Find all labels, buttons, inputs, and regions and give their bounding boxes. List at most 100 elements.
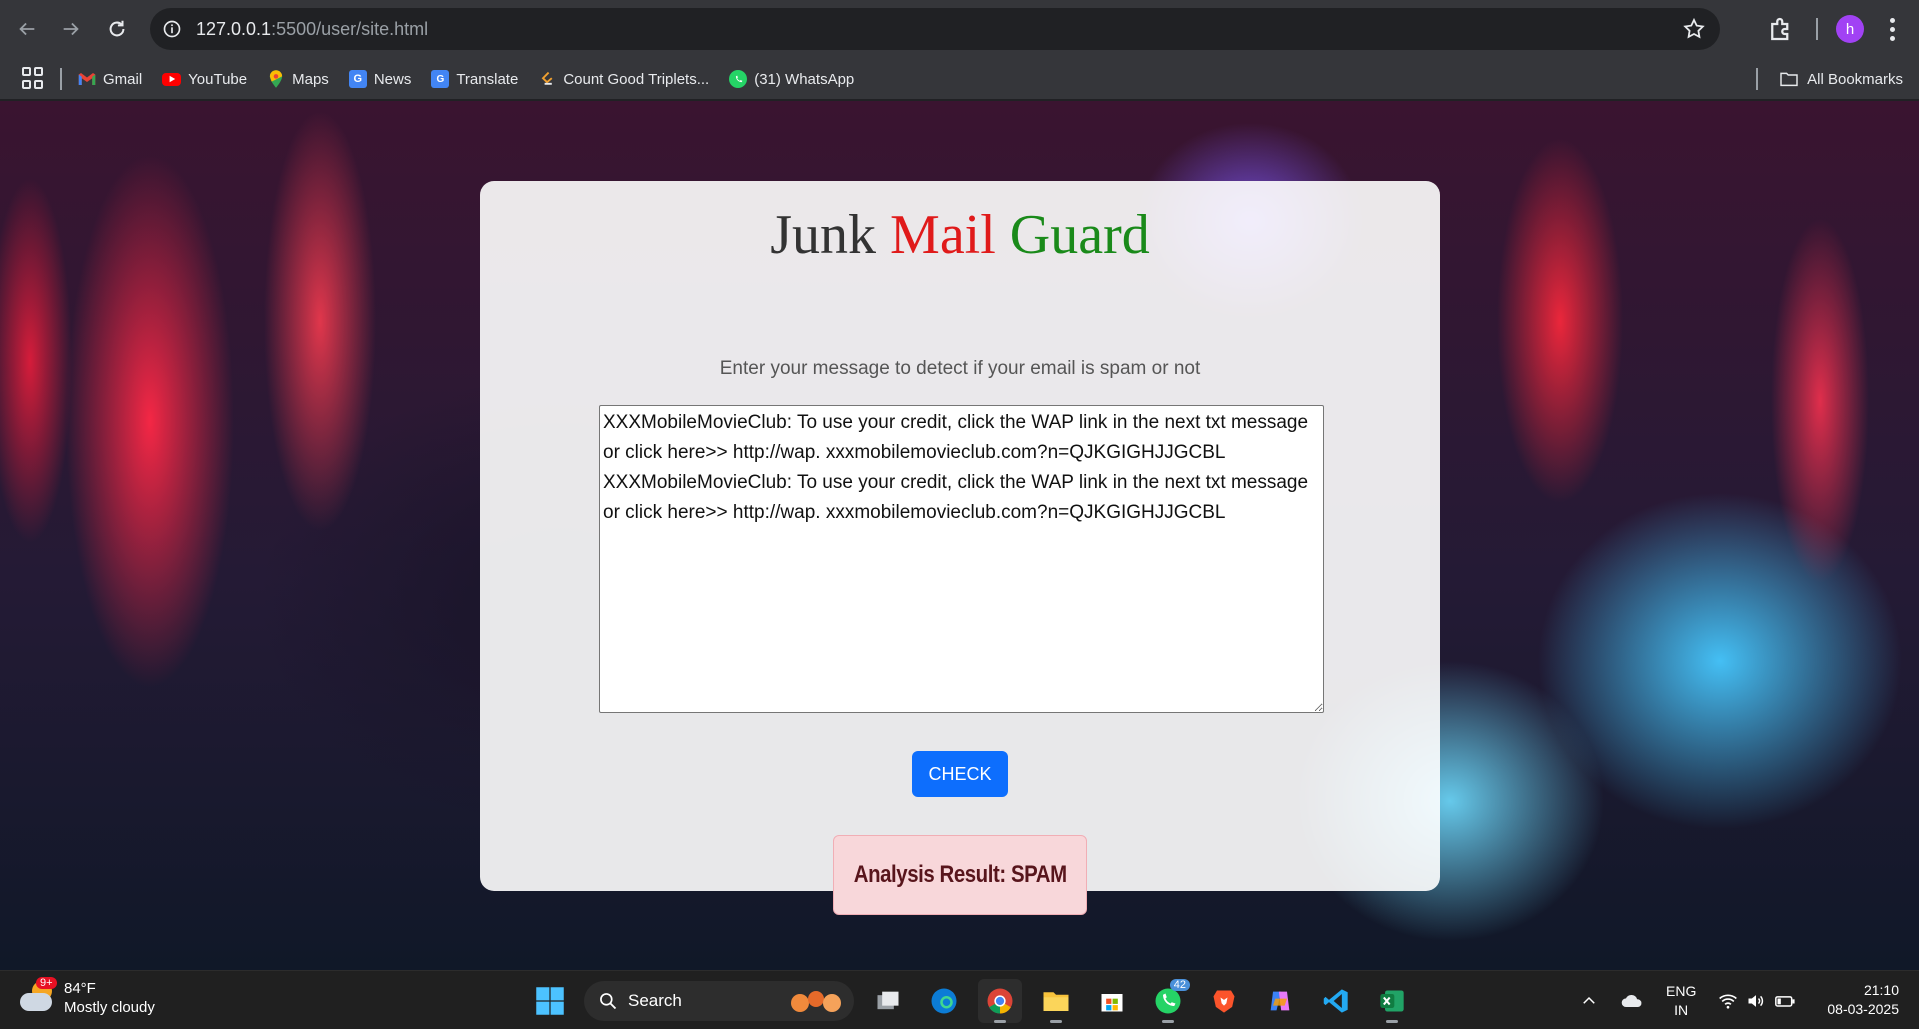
spam-checker-card: Junk Mail Guard Enter your message to de… [480, 181, 1440, 915]
chrome-icon [987, 988, 1013, 1014]
weather-desc: Mostly cloudy [64, 999, 155, 1016]
microsoft-store-button[interactable] [1090, 979, 1134, 1023]
bookmarks-separator [60, 68, 62, 90]
clock-date: 08-03-2025 [1827, 1001, 1899, 1017]
page-subtitle: Enter your message to detect if your ema… [719, 358, 1201, 379]
vscode-icon [1323, 989, 1348, 1013]
bookmark-gmail[interactable]: Gmail [78, 70, 142, 88]
bookmark-translate[interactable]: G Translate [431, 70, 518, 88]
system-tray: ENG IN [1580, 971, 1796, 1029]
bookmark-label: Count Good Triplets... [563, 70, 710, 88]
wifi-icon [1719, 994, 1738, 1009]
bookmark-whatsapp[interactable]: (31) WhatsApp [729, 70, 854, 88]
analysis-result-text: Analysis Result: SPAM [853, 861, 1067, 888]
vscode-button[interactable] [1314, 979, 1358, 1023]
url-host: 127.0.0.1 [196, 19, 272, 39]
taskbar-clock[interactable]: 21:10 08-03-2025 [1827, 981, 1899, 1019]
message-input[interactable]: XXXMobileMovieClub: To use your credit, … [599, 405, 1324, 713]
chevron-up-icon[interactable] [1580, 992, 1598, 1010]
toolbar-separator [1816, 18, 1818, 40]
weather-cloud-icon: 9+ [18, 977, 57, 1015]
url-path: :5500/user/site.html [271, 19, 429, 39]
bookmark-star-icon[interactable] [1682, 17, 1706, 41]
title-guard: Guard [1009, 204, 1150, 266]
bookmark-label: News [373, 70, 412, 88]
copilot-icon [1270, 991, 1290, 1011]
store-icon [1101, 994, 1123, 1012]
bookmark-label: Maps [292, 70, 329, 88]
taskbar-search[interactable]: Search [584, 981, 854, 1021]
bookmark-label: Translate [456, 70, 519, 88]
whatsapp-icon [729, 70, 748, 88]
clock-time: 21:10 [1863, 982, 1899, 998]
windows-logo-icon [536, 987, 564, 1015]
onedrive-cloud-icon[interactable] [1620, 992, 1644, 1010]
lang-line2: IN [1674, 1001, 1689, 1018]
weather-temp: 84°F [64, 980, 96, 997]
url-text[interactable]: 127.0.0.1:5500/user/site.html [196, 19, 428, 40]
task-view-icon [877, 991, 899, 1010]
start-button[interactable] [528, 979, 572, 1023]
lang-line1: ENG [1666, 982, 1697, 999]
bookmark-label: Gmail [103, 70, 143, 88]
translate-icon: G [431, 70, 450, 88]
excel-icon [1380, 990, 1404, 1012]
back-button[interactable] [10, 12, 44, 46]
browser-menu-icon[interactable] [1880, 14, 1904, 44]
bookmarks-bar: Gmail YouTube Maps G News G Translate Co… [0, 58, 1919, 100]
bookmark-youtube[interactable]: YouTube [162, 71, 247, 88]
brave-button[interactable] [1202, 979, 1246, 1023]
folder-icon [1780, 72, 1798, 87]
bookmarks-separator-right [1756, 68, 1758, 90]
folder-icon [1043, 992, 1069, 1011]
all-bookmarks-label: All Bookmarks [1807, 70, 1903, 88]
check-button[interactable]: CHECK [912, 751, 1008, 797]
title-junk: Junk [770, 204, 877, 266]
copilot-button[interactable] [1258, 979, 1302, 1023]
chrome-button[interactable] [978, 979, 1022, 1023]
page-viewport: Junk Mail Guard Enter your message to de… [0, 101, 1919, 970]
forward-button[interactable] [54, 12, 88, 46]
language-indicator[interactable]: ENG IN [1666, 982, 1696, 1020]
weather-badge: 9+ [36, 977, 57, 989]
bookmark-news[interactable]: G News [348, 70, 412, 88]
weather-widget[interactable]: 9+ 84°F Mostly cloudy [18, 977, 155, 1017]
youtube-icon [162, 72, 182, 86]
arrow-left-icon [19, 22, 35, 36]
extensions-icon[interactable] [1766, 14, 1796, 44]
reload-icon [109, 20, 125, 37]
bookmark-maps[interactable]: Maps [267, 70, 329, 88]
browser-toolbar: 127.0.0.1:5500/user/site.html h [0, 0, 1919, 58]
arrow-right-icon [63, 22, 79, 36]
site-info-icon[interactable] [160, 17, 184, 41]
analysis-result-box: Analysis Result: SPAM [833, 835, 1087, 915]
all-bookmarks-button[interactable]: All Bookmarks [1779, 58, 1903, 100]
volume-icon [1748, 994, 1764, 1007]
title-mail: Mail [890, 204, 996, 266]
whatsapp-taskbar-button[interactable]: 42 [1146, 979, 1190, 1023]
windows-taskbar: 9+ 84°F Mostly cloudy Search 42 ENG IN 2… [0, 970, 1919, 1029]
news-icon: G [348, 70, 367, 88]
search-highlight-icon [791, 991, 841, 1012]
bookmark-count-good-triplets[interactable]: Count Good Triplets... [538, 70, 709, 88]
maps-icon [267, 70, 285, 88]
whatsapp-unread-badge: 42 [1169, 979, 1190, 991]
excel-button[interactable] [1370, 979, 1414, 1023]
bookmark-label: YouTube [188, 70, 248, 88]
quick-settings[interactable] [1718, 991, 1796, 1011]
reload-button[interactable] [100, 12, 134, 46]
gmail-icon [78, 70, 96, 88]
bookmark-label: (31) WhatsApp [754, 70, 855, 88]
leetcode-icon [538, 70, 556, 88]
taskbar-search-label: Search [628, 991, 682, 1010]
brave-icon [1213, 990, 1235, 1013]
profile-avatar[interactable]: h [1836, 15, 1864, 43]
search-icon [600, 993, 617, 1010]
edge-button[interactable] [922, 979, 966, 1023]
apps-grid-icon[interactable] [22, 67, 44, 89]
address-bar[interactable]: 127.0.0.1:5500/user/site.html [150, 8, 1720, 50]
battery-icon [1775, 995, 1795, 1007]
page-title: Junk Mail Guard [480, 203, 1440, 267]
task-view-button[interactable] [866, 979, 910, 1023]
file-explorer-button[interactable] [1034, 979, 1078, 1023]
